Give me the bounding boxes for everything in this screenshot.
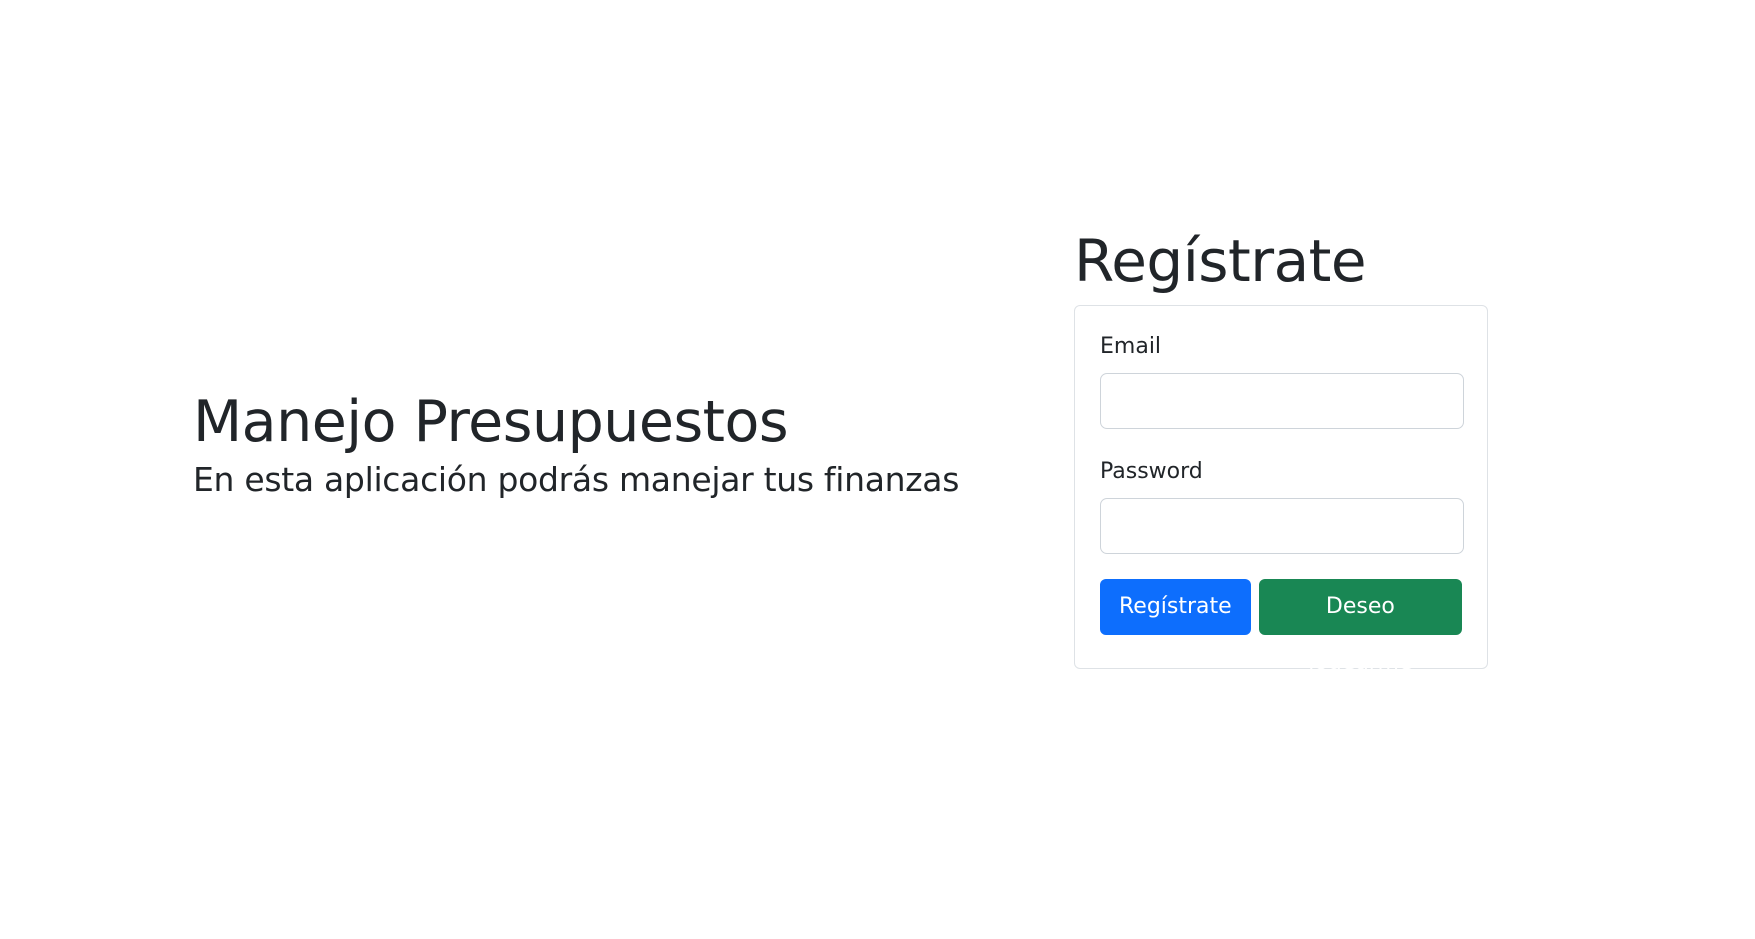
register-section: Regístrate Email Password Regístrate Des…: [1074, 227, 1488, 675]
register-title: Regístrate: [1074, 227, 1367, 295]
register-form-card: Email Password Regístrate Deseo logearme: [1074, 304, 1488, 675]
password-field-group: Password: [1100, 459, 1464, 555]
password-label: Password: [1100, 459, 1203, 485]
register-button[interactable]: Regístrate: [1100, 579, 1251, 636]
hero-title: Manejo Presupuestos: [193, 389, 789, 455]
password-input[interactable]: [1100, 498, 1464, 555]
hero-subtitle: En esta aplicación podrás manejar tus fi…: [193, 459, 960, 499]
form-buttons: Regístrate Deseo logearme: [1100, 579, 1462, 675]
email-field-group: Email: [1100, 333, 1464, 430]
login-button[interactable]: Deseo logearme: [1258, 579, 1462, 675]
page: Manejo Presupuestos En esta aplicación p…: [0, 0, 1755, 939]
email-input[interactable]: [1100, 373, 1464, 430]
email-label: Email: [1100, 333, 1162, 359]
hero-section: Manejo Presupuestos En esta aplicación p…: [193, 389, 1013, 499]
